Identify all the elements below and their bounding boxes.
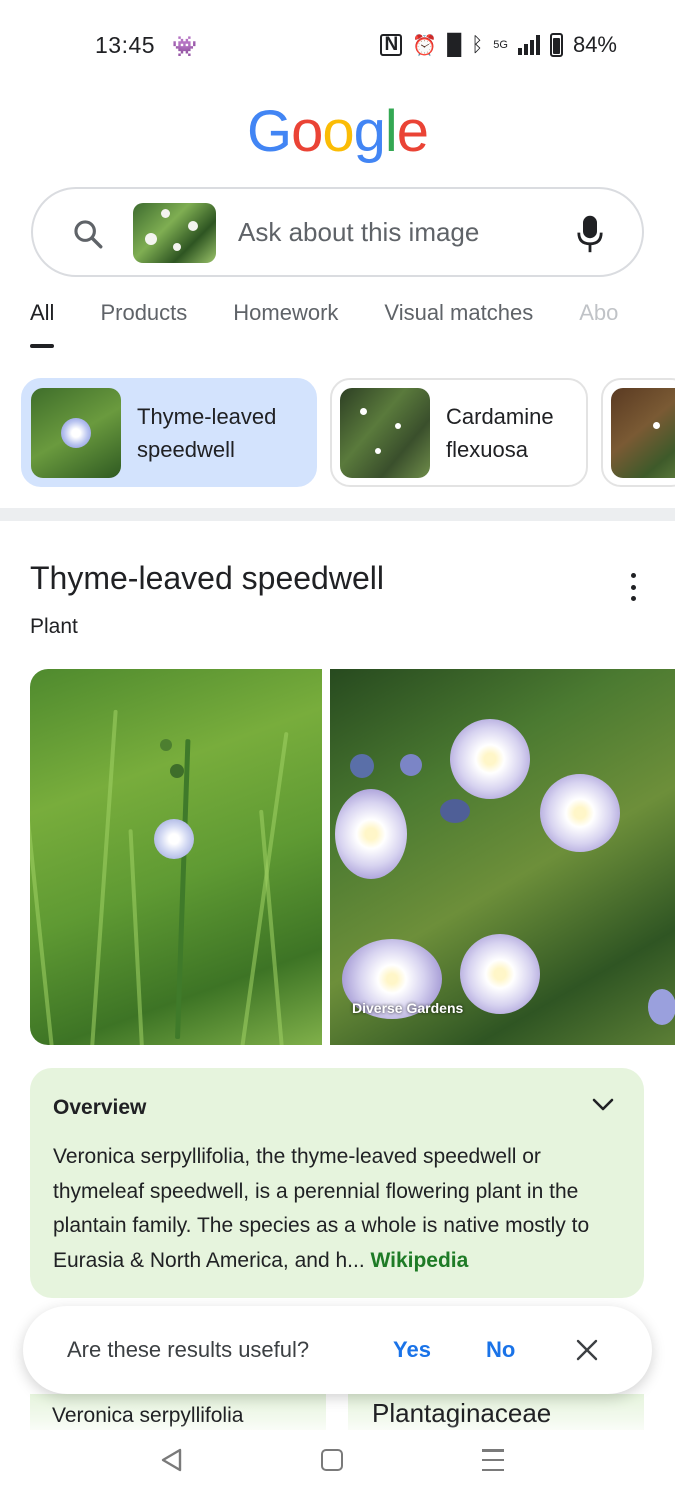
google-logo: Google [0,98,675,165]
wikipedia-link[interactable]: Wikipedia [370,1249,468,1272]
overview-title: Overview [53,1096,147,1119]
close-icon[interactable] [576,1339,598,1361]
knowledge-panel-subtitle: Plant [30,615,78,638]
logo-letter: G [246,99,292,164]
chip-label: Cardamine flexuosa [446,403,554,462]
query-image-thumbnail[interactable] [133,203,216,263]
chip-image [340,387,430,478]
search-input[interactable]: Ask about this image [238,217,479,248]
recents-icon[interactable] [482,1449,504,1471]
chevron-down-icon[interactable] [592,1098,614,1112]
status-time: 13:45 [95,32,156,58]
chip-image [611,387,675,478]
tab-all[interactable]: All [30,300,55,348]
logo-letter: o [291,99,323,164]
signal-icon [517,35,540,55]
tab-homework[interactable]: Homework [233,300,338,348]
system-nav-bar [0,1430,675,1500]
chip-partial[interactable] [601,378,675,487]
knowledge-panel-title: Thyme-leaved speedwell [30,560,384,596]
nfc-icon: N [380,34,403,56]
tab-products[interactable]: Products [100,300,187,348]
plant-photo-1[interactable] [30,669,322,1045]
feedback-question: Are these results useful? [67,1337,310,1362]
chip-label: Thyme-leaved speedwell [137,403,277,462]
logo-letter: g [353,99,386,164]
tab-about[interactable]: Abo [579,300,618,348]
status-icons: N ⏰ █ ᛒ 5G 84% [380,32,617,58]
search-icon[interactable] [71,217,105,251]
photo-credit: Diverse Gardens [352,1000,464,1016]
microphone-icon[interactable] [576,214,604,254]
more-options-icon[interactable] [627,573,639,601]
section-divider [0,508,675,521]
filter-tabs: All Products Homework Visual matches Abo [30,300,664,348]
battery-icon [549,33,563,57]
logo-letter: e [396,99,429,164]
status-bar: 13:45 👾 N ⏰ █ ᛒ 5G 84% [0,0,675,92]
tab-visual-matches[interactable]: Visual matches [384,300,533,348]
network-type: 5G [493,39,508,51]
battery-percent: 84% [572,32,617,57]
chip-cardamine-flexuosa[interactable]: Cardamine flexuosa [330,378,588,487]
related-chips: Thyme-leaved speedwell Cardamine flexuosa [21,378,675,487]
feedback-yes-button[interactable]: Yes [393,1337,431,1363]
logo-letter: l [384,99,398,164]
logo-letter: o [322,99,354,164]
home-icon[interactable] [321,1449,343,1471]
chip-thyme-leaved-speedwell[interactable]: Thyme-leaved speedwell [21,378,317,487]
overview-text: Veronica serpyllifolia, the thyme-leaved… [53,1145,590,1272]
plant-photo-2[interactable] [330,669,675,1045]
feedback-bar: Are these results useful? Yes No [23,1306,652,1394]
bluetooth-icon: ᛒ [471,33,484,56]
overview-card[interactable]: Overview Veronica serpyllifolia, the thy… [30,1068,644,1298]
vibrate-icon: █ [447,33,462,56]
search-bar[interactable]: Ask about this image [31,187,644,277]
back-icon[interactable] [160,1448,182,1472]
chip-image [31,387,121,478]
notification-icon: 👾 [172,36,197,58]
feedback-no-button[interactable]: No [486,1337,515,1363]
alarm-icon: ⏰ [412,34,438,57]
